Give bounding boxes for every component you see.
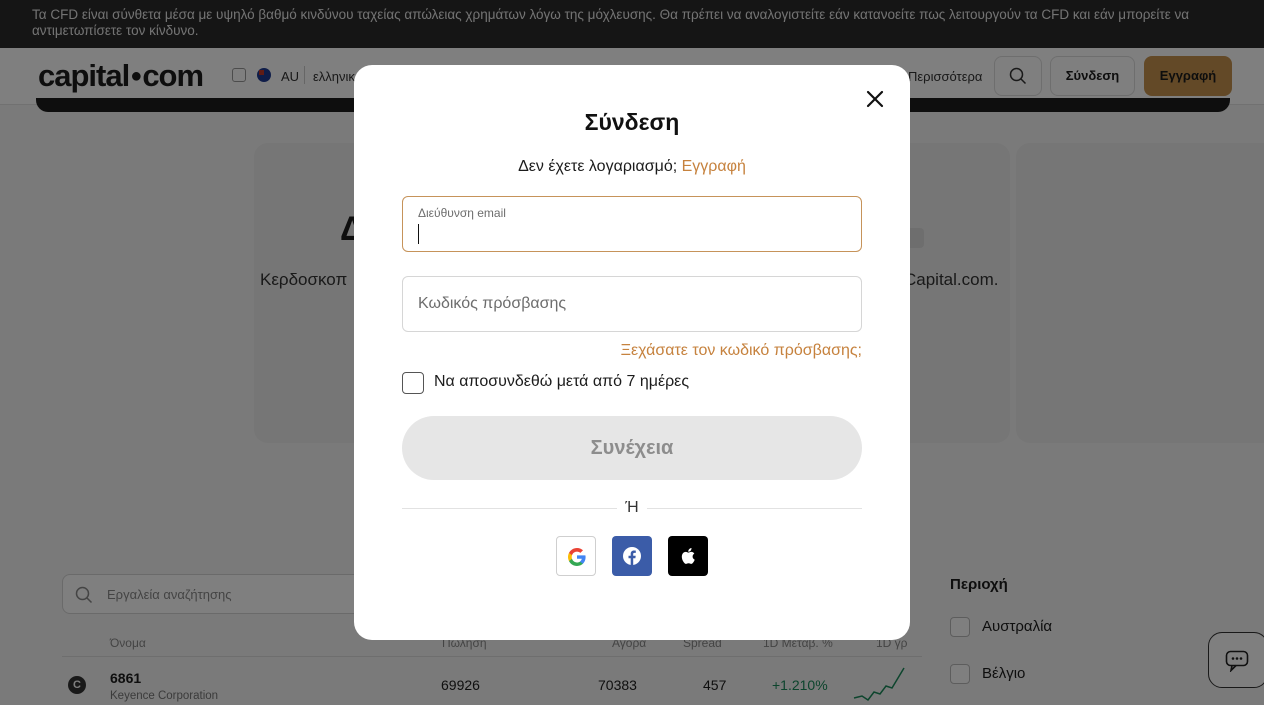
no-account-text: Δεν έχετε λογαριασμό; [518, 158, 678, 175]
facebook-login-button[interactable] [612, 536, 652, 576]
password-field[interactable]: Κωδικός πρόσβασης [402, 276, 862, 332]
login-modal: Σύνδεση Δεν έχετε λογαριασμό; Εγγραφή Δι… [354, 65, 910, 640]
close-icon [866, 90, 884, 108]
email-field[interactable]: Διεύθυνση email [402, 196, 862, 252]
close-button[interactable] [863, 87, 887, 111]
or-divider-label: Ή [354, 499, 910, 517]
modal-title: Σύνδεση [584, 109, 680, 135]
forgot-password-link[interactable]: Ξεχάσατε τον κωδικό πρόσβασης; [621, 342, 862, 360]
facebook-icon [623, 547, 641, 565]
remember-checkbox-label[interactable]: Να αποσυνδεθώ μετά από 7 ημέρες [434, 373, 689, 391]
remember-checkbox[interactable] [402, 372, 424, 394]
google-icon [568, 548, 586, 566]
email-field-label: Διεύθυνση email [418, 206, 506, 220]
password-placeholder: Κωδικός πρόσβασης [418, 295, 567, 312]
google-login-button[interactable] [556, 536, 596, 576]
signup-link[interactable]: Εγγραφή [682, 158, 746, 175]
continue-button[interactable]: Συνέχεια [402, 416, 862, 480]
apple-icon [681, 548, 695, 564]
text-caret [418, 224, 419, 244]
no-account-line: Δεν έχετε λογαριασμό; Εγγραφή [354, 158, 910, 176]
or-text: Ή [617, 499, 647, 516]
apple-login-button[interactable] [668, 536, 708, 576]
